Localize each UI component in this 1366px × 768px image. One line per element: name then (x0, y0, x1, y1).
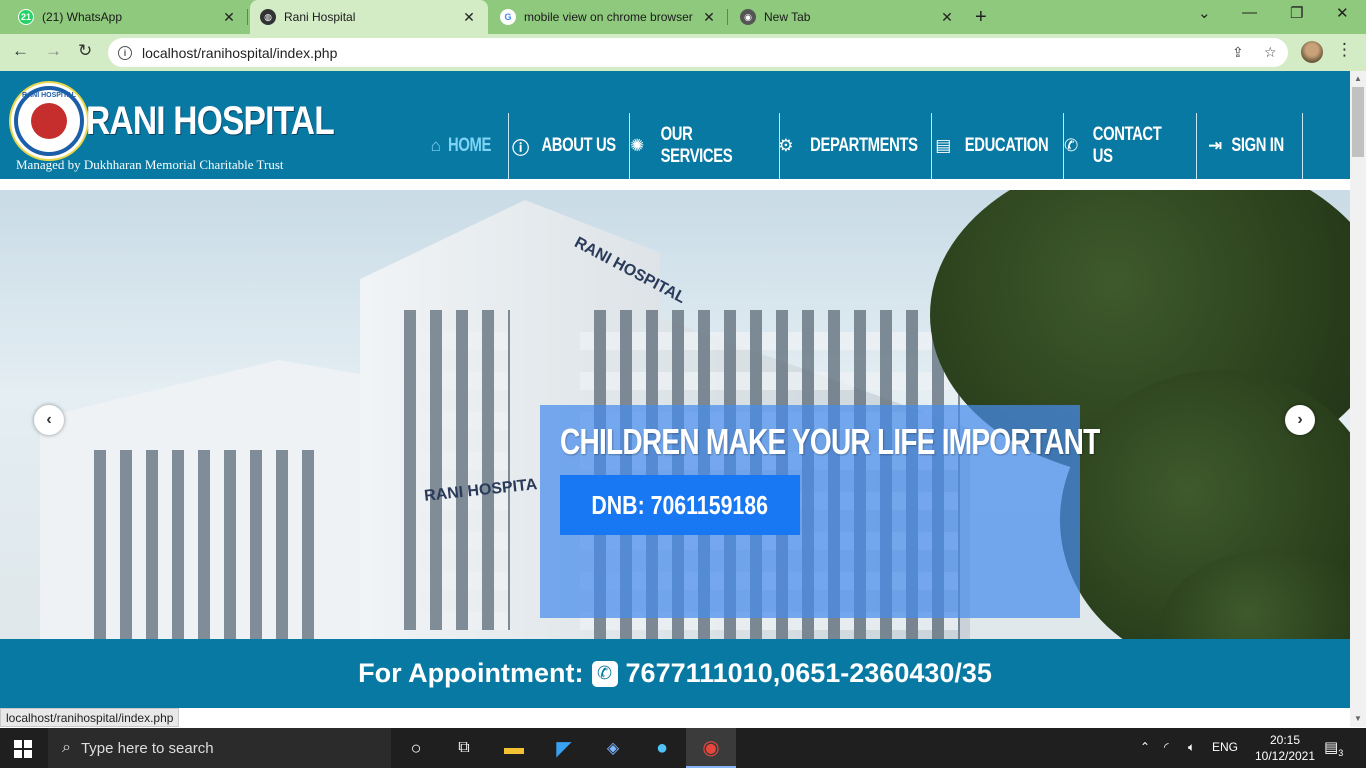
gear-icon: ⚙ (778, 136, 794, 155)
nav-departments[interactable]: ⚙ DEPARTMENTS (778, 113, 931, 179)
scrollbar-thumb[interactable] (1352, 87, 1364, 157)
google-icon: G (500, 9, 516, 25)
url-text: localhost/ranihospital/index.php (142, 44, 338, 61)
slide-caption: CHILDREN MAKE YOUR LIFE IMPORTANT DNB: 7… (540, 405, 1100, 618)
address-bar[interactable]: i localhost/ranihospital/index.php (108, 38, 1288, 67)
clock-time: 20:15 (1269, 733, 1301, 747)
tab-title: mobile view on chrome browser (524, 10, 693, 24)
nav-sign-in[interactable]: ⇥ SIGN IN (1197, 113, 1302, 179)
phone-icon: ✆ (591, 660, 618, 687)
site-brand[interactable]: RANI HOSPITAL (86, 99, 335, 144)
globe-icon: ◍ (260, 9, 276, 25)
bookmark-star-icon[interactable]: ☆ (1264, 44, 1277, 61)
phone-icon: ✆ (1064, 136, 1078, 155)
logo-ring-text: RANI HOSPITAL (22, 92, 76, 99)
home-icon: ⌂ (430, 136, 441, 155)
tab-whatsapp[interactable]: 21 (21) WhatsApp ✕ (8, 0, 248, 34)
page-scrollbar[interactable]: ▲ ▼ (1350, 71, 1366, 727)
close-tab-icon[interactable]: ✕ (220, 9, 238, 26)
new-tab-button[interactable]: + (975, 6, 987, 29)
info-icon: ⓘ (512, 138, 529, 158)
taskbar-search[interactable]: ⌕ Type here to search (48, 728, 391, 768)
language-indicator[interactable]: ENG (1212, 740, 1238, 754)
reload-icon[interactable]: ↻ (78, 41, 92, 61)
volume-icon[interactable]: 🔈︎ (1188, 740, 1195, 755)
close-tab-icon[interactable]: ✕ (700, 9, 718, 26)
forward-icon[interactable]: → (45, 41, 62, 61)
search-icon: ⌕ (62, 739, 71, 756)
tab-mobile-view[interactable]: G mobile view on chrome browser ✕ (490, 0, 728, 34)
tab-new-tab[interactable]: ◉ New Tab ✕ (730, 0, 966, 34)
cortana-icon[interactable]: ○ (404, 736, 428, 760)
browser-menu-icon[interactable]: ⋮ (1336, 40, 1353, 60)
task-view-icon[interactable]: ⧉ (452, 736, 476, 760)
close-window-button[interactable]: ✕ (1336, 4, 1349, 22)
scroll-down-icon[interactable]: ▼ (1354, 714, 1362, 723)
nav-our-services[interactable]: ✺ OUR SERVICES (630, 113, 779, 179)
browser-tabbar: 21 (21) WhatsApp ✕ ◍ Rani Hospital ✕ G m… (0, 0, 1366, 34)
logo-emblem (31, 103, 67, 139)
wifi-icon[interactable]: ◜ (1164, 740, 1169, 754)
hero-slider[interactable]: RANI HOSPITAL RANI HOSPITA ‹ › CHILDREN … (0, 190, 1350, 639)
scroll-up-icon[interactable]: ▲ (1354, 74, 1362, 83)
windows-taskbar: ⌕ Type here to search ○ ⧉ ▬ ◤ ◈ ● ◉ ⌃ ◜ … (0, 728, 1366, 768)
windows-start-icon[interactable] (14, 740, 32, 758)
caption-title: CHILDREN MAKE YOUR LIFE IMPORTANT (560, 421, 1100, 462)
dnb-button[interactable]: DNB: 7061159186 (560, 475, 800, 535)
chrome-taskbar-icon[interactable]: ◉ (686, 728, 736, 768)
tab-rani-hospital[interactable]: ◍ Rani Hospital ✕ (250, 0, 488, 34)
profile-avatar[interactable] (1301, 41, 1323, 63)
chrome-icon: ◉ (740, 9, 756, 25)
share-icon[interactable]: ⇪ (1232, 44, 1244, 61)
spinner-icon: ✺ (630, 136, 644, 155)
restore-button[interactable]: ❐ (1290, 4, 1303, 22)
tab-title: (21) WhatsApp (42, 10, 123, 24)
web-page: RANI HOSPITAL RANI HOSPITAL Managed by D… (0, 71, 1350, 727)
tab-search-icon[interactable]: ⌄ (1198, 4, 1211, 22)
show-hidden-icons[interactable]: ⌃ (1140, 740, 1150, 754)
nav-home[interactable]: ⌂ HOME (420, 113, 508, 179)
slider-prev-button[interactable]: ‹ (34, 405, 64, 435)
vscode-icon[interactable]: ◤ (552, 736, 576, 760)
close-tab-icon[interactable]: ✕ (938, 9, 956, 26)
minimize-button[interactable]: — (1242, 4, 1257, 21)
browser-toolbar: ← → ↻ i localhost/ranihospital/index.php… (0, 34, 1366, 71)
tab-title: New Tab (764, 10, 811, 24)
site-header: RANI HOSPITAL RANI HOSPITAL Managed by D… (0, 71, 1350, 179)
appointment-label: For Appointment: (358, 658, 584, 688)
app-icon[interactable]: ◈ (601, 736, 625, 760)
nav-contact-us[interactable]: ✆ CONTACT US (1064, 113, 1196, 179)
appointment-bar: For Appointment: ✆ 7677111010,0651-23604… (0, 639, 1350, 708)
notification-icon[interactable]: ▤3 (1324, 738, 1343, 758)
book-icon: ▤ (935, 136, 951, 155)
tab-title: Rani Hospital (284, 10, 356, 24)
taskbar-clock[interactable]: 20:15 10/12/2021 (1248, 732, 1322, 764)
sign-in-icon: ⇥ (1208, 136, 1222, 155)
link-status-bubble: localhost/ranihospital/index.php (0, 708, 180, 727)
file-explorer-icon[interactable]: ▬ (502, 736, 526, 760)
hospital-logo[interactable]: RANI HOSPITAL (14, 86, 84, 156)
back-icon[interactable]: ← (12, 41, 29, 61)
site-info-icon[interactable]: i (118, 45, 132, 60)
edge-icon[interactable]: ● (650, 736, 674, 760)
appointment-numbers[interactable]: 7677111010,0651-2360430/35 (626, 658, 992, 689)
taskbar-search-placeholder: Type here to search (80, 739, 214, 757)
nav-about-us[interactable]: ⓘ ABOUT US (509, 113, 629, 179)
nav-education[interactable]: ▤ EDUCATION (932, 113, 1063, 179)
clock-date: 10/12/2021 (1254, 749, 1316, 763)
close-tab-icon[interactable]: ✕ (460, 9, 478, 26)
slider-next-button[interactable]: › (1285, 405, 1315, 435)
site-tagline: Managed by Dukhharan Memorial Charitable… (16, 157, 284, 172)
whatsapp-icon: 21 (18, 9, 34, 25)
